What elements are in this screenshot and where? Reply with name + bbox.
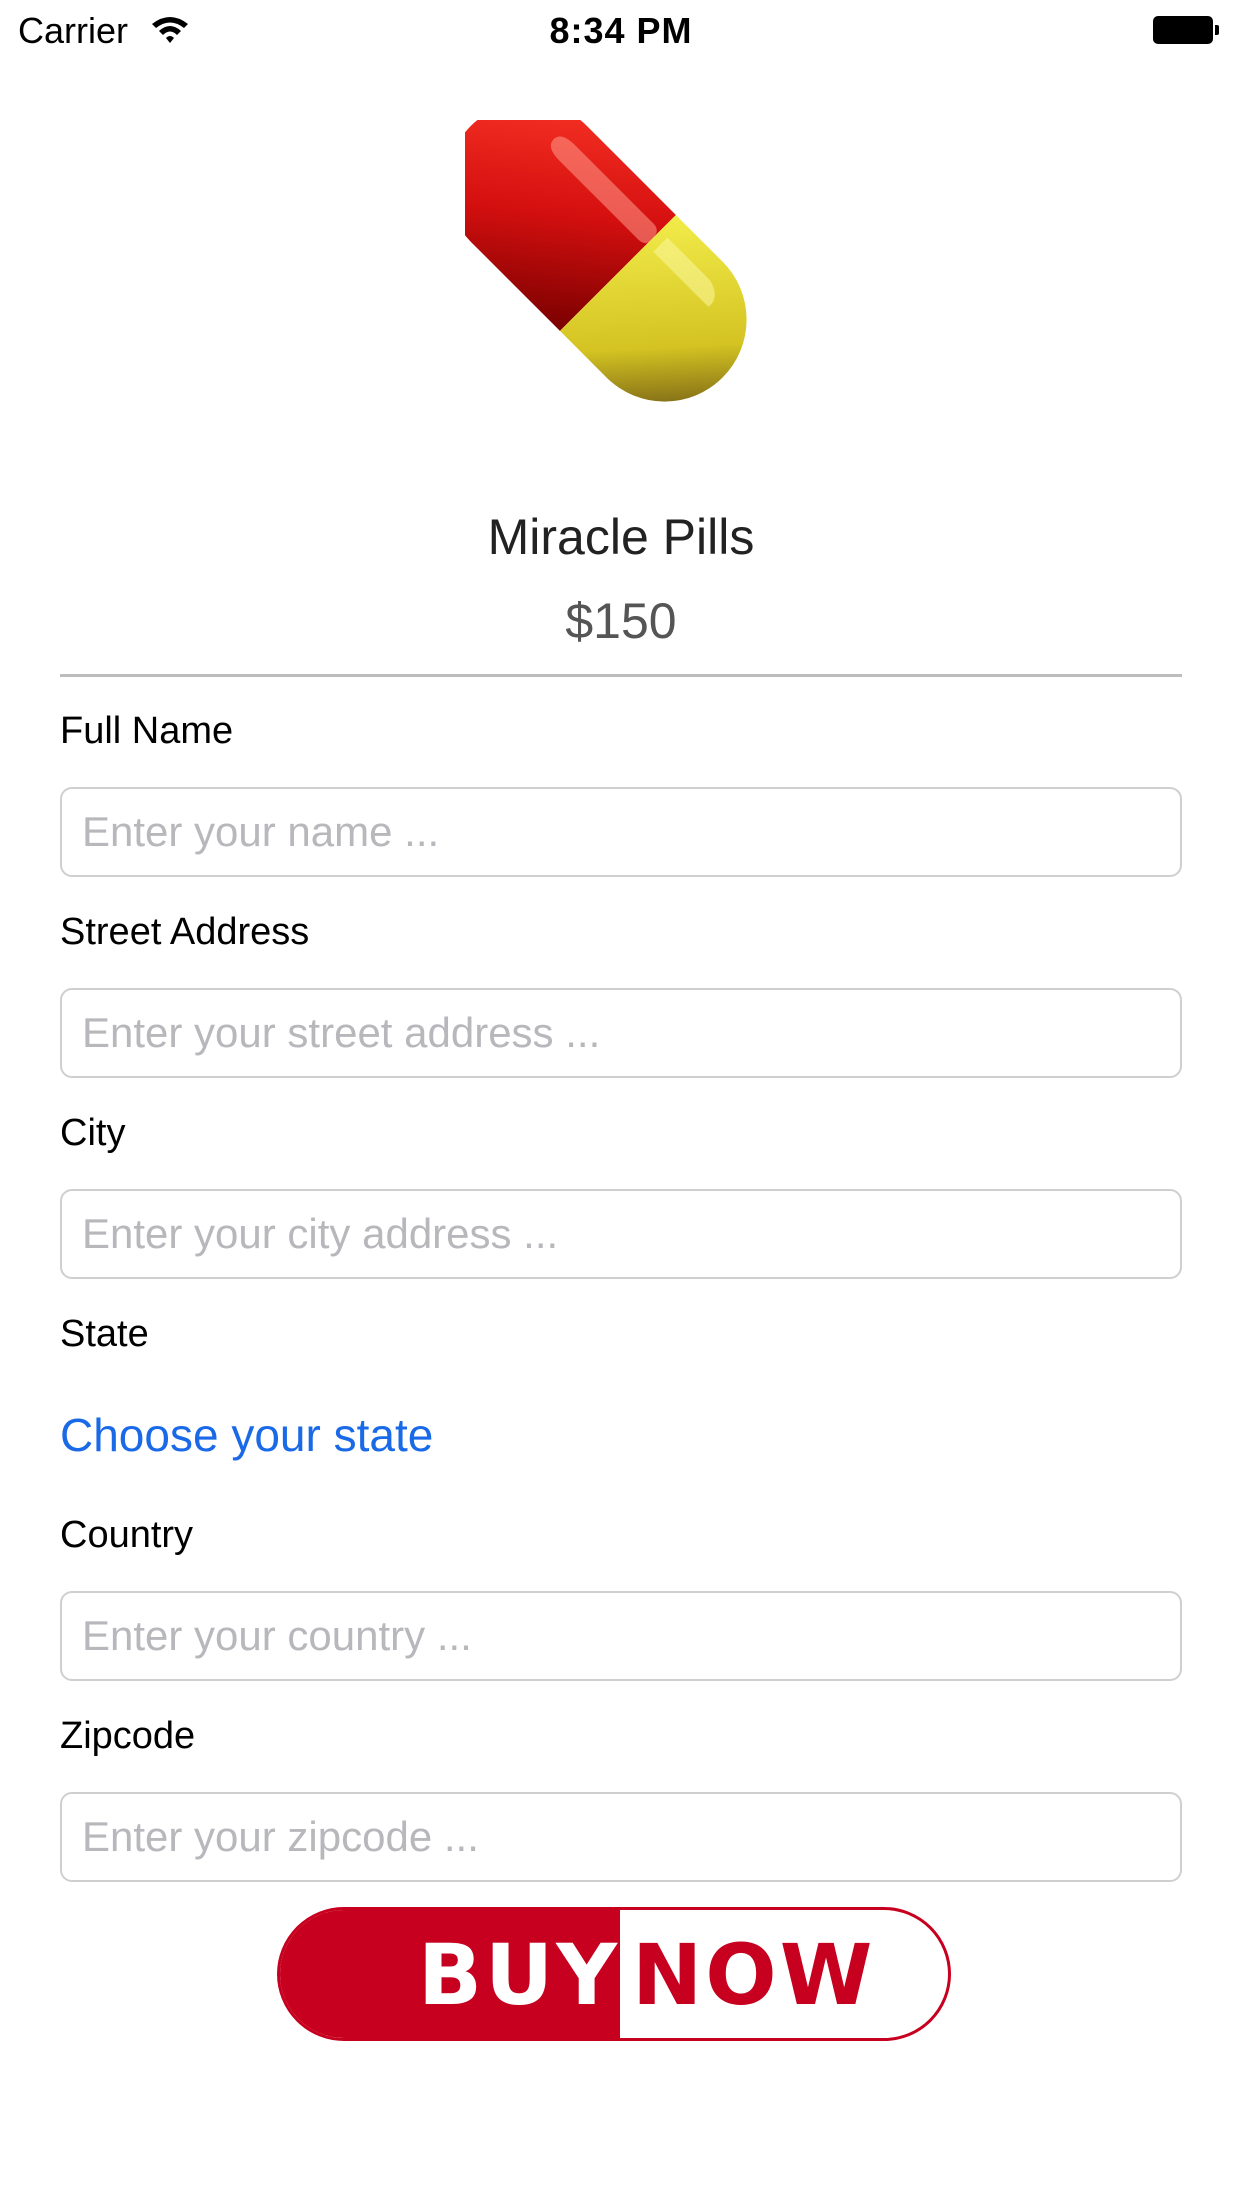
status-bar: Carrier 8:34 PM [0, 0, 1242, 60]
buy-label: BUY [418, 1926, 621, 2024]
pill-icon [465, 120, 747, 402]
street-address-label: Street Address [60, 911, 310, 953]
state-label: State [60, 1313, 149, 1355]
clock: 8:34 PM [549, 10, 693, 51]
divider [60, 674, 1182, 677]
zipcode-label: Zipcode [60, 1715, 196, 1757]
now-label: NOW [632, 1926, 876, 2024]
choose-state-button[interactable]: Choose your state [60, 1408, 433, 1462]
city-label: City [60, 1112, 126, 1154]
product-name: Miracle Pills [487, 509, 755, 565]
street-address-input[interactable] [60, 988, 1182, 1078]
buy-now-left-segment: BUY [280, 1910, 620, 2038]
product-price: $150 [565, 593, 677, 649]
zipcode-input[interactable] [60, 1792, 1182, 1882]
buy-now-right-segment: NOW [620, 1910, 948, 2038]
country-input[interactable] [60, 1591, 1182, 1681]
full-name-input[interactable] [60, 787, 1182, 877]
battery-icon [1153, 16, 1219, 44]
buy-now-button[interactable]: BUY NOW [277, 1907, 951, 2041]
country-label: Country [60, 1514, 194, 1556]
full-name-label: Full Name [60, 710, 234, 752]
city-input[interactable] [60, 1189, 1182, 1279]
